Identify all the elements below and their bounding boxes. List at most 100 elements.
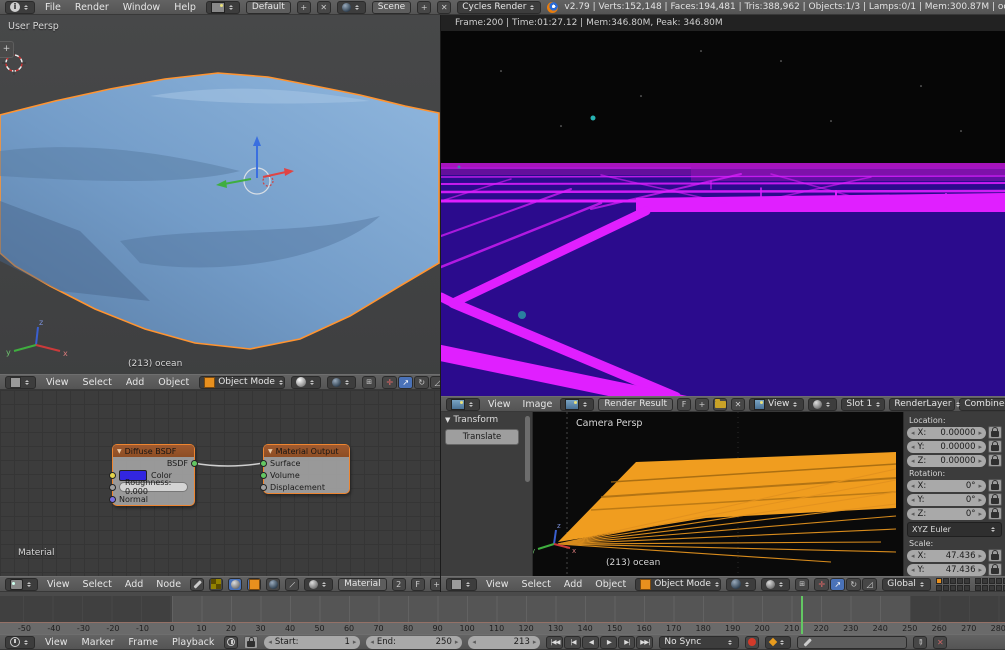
- editor-type-selector-image[interactable]: [446, 397, 480, 411]
- keying-set-dropdown[interactable]: [765, 635, 792, 649]
- material-name-field[interactable]: Material: [338, 577, 387, 591]
- prev-keyframe-button[interactable]: |◀: [564, 635, 582, 649]
- layer-toggle[interactable]: [995, 584, 1002, 591]
- menu-window[interactable]: Window: [119, 2, 164, 13]
- lock-rotation-z-button[interactable]: [988, 507, 1002, 520]
- menu-file[interactable]: File: [41, 2, 65, 13]
- shader-type-line-button[interactable]: —: [285, 577, 300, 591]
- tree-type-texture-button[interactable]: [209, 577, 224, 591]
- node-link-bsdf-surface[interactable]: [192, 462, 264, 467]
- layers-widget-a[interactable]: [935, 577, 970, 591]
- manipulator-rotate-button[interactable]: ↻: [846, 577, 862, 591]
- image-view-dropdown[interactable]: View: [749, 397, 805, 411]
- manipulator-scale-button[interactable]: ◿: [430, 375, 440, 389]
- shader-type-object-button[interactable]: [247, 577, 262, 591]
- mode-dropdown[interactable]: Object Mode: [199, 375, 286, 389]
- menu-view[interactable]: View: [42, 377, 73, 388]
- node-material-output[interactable]: ▼ Material Output Surface Volume Displac…: [260, 444, 350, 494]
- layer-toggle[interactable]: [935, 584, 942, 591]
- editor-type-selector-timeline[interactable]: [5, 635, 35, 649]
- menu-frame[interactable]: Frame: [124, 637, 162, 648]
- lock-location-x-button[interactable]: [988, 426, 1002, 439]
- socket-displacement-in[interactable]: [260, 483, 267, 491]
- rotation-x-field[interactable]: ◂ X: 0° ▸: [907, 479, 986, 492]
- layer-toggle[interactable]: [956, 577, 963, 584]
- menu-view[interactable]: View: [43, 579, 74, 590]
- layout-delete-button[interactable]: ✕: [316, 0, 331, 14]
- render-slot-dropdown[interactable]: Slot 1: [841, 397, 886, 411]
- viewport-3d-canvas[interactable]: z y x: [0, 15, 440, 374]
- socket-roughness-in[interactable]: [109, 483, 116, 491]
- node-title[interactable]: ▼ Material Output: [264, 445, 349, 457]
- toolshelf-expand-tab[interactable]: +: [0, 41, 14, 58]
- layer-toggle[interactable]: [942, 584, 949, 591]
- socket-normal-in[interactable]: [109, 495, 116, 503]
- lock-time-cursor-button[interactable]: [244, 635, 259, 649]
- layer-toggle[interactable]: [988, 577, 995, 584]
- translate-button[interactable]: Translate: [445, 429, 519, 445]
- rotation-mode-dropdown[interactable]: XYZ Euler: [907, 522, 1002, 537]
- menu-object[interactable]: Object: [591, 579, 630, 590]
- scene-delete-button[interactable]: ✕: [437, 0, 452, 14]
- render-display-dropdown[interactable]: [808, 397, 838, 411]
- pivot-point-dropdown[interactable]: [327, 375, 357, 389]
- socket-color-in[interactable]: [109, 471, 116, 479]
- menu-view[interactable]: View: [41, 637, 72, 648]
- node-editor[interactable]: ▼ Diffuse BSDF BSDF Color Roughness: 0.0…: [0, 390, 440, 592]
- scale-x-field[interactable]: ◂ X: 47.436 ▸: [907, 549, 986, 562]
- layer-toggle[interactable]: [981, 584, 988, 591]
- layer-toggle[interactable]: [963, 577, 970, 584]
- editor-type-selector-node[interactable]: [5, 577, 38, 591]
- ocean-mesh-object[interactable]: [0, 72, 440, 350]
- frame-start-field[interactable]: ◂ Start: 1 ▸: [264, 635, 361, 649]
- image-browse-dropdown[interactable]: [560, 397, 595, 411]
- location-x-field[interactable]: ◂ X: 0.00000 ▸: [907, 426, 986, 439]
- layer-toggle[interactable]: [981, 577, 988, 584]
- auto-keyframe-button[interactable]: [745, 635, 760, 649]
- editor-type-selector-info[interactable]: i: [5, 0, 35, 14]
- layer-toggle[interactable]: [949, 577, 956, 584]
- menu-select[interactable]: Select: [79, 579, 116, 590]
- layer-toggle[interactable]: [956, 584, 963, 591]
- image-add-button[interactable]: +: [695, 397, 710, 411]
- viewport-shading-dropdown[interactable]: [291, 375, 322, 389]
- screen-layout-icon-dropdown[interactable]: [205, 0, 240, 14]
- menu-add[interactable]: Add: [560, 579, 586, 590]
- lock-scale-x-button[interactable]: [988, 549, 1002, 562]
- roughness-slider[interactable]: Roughness: 0.000: [119, 478, 188, 496]
- orientation-dropdown[interactable]: Global: [882, 577, 931, 591]
- scale-y-field[interactable]: ◂ Y: 47.436 ▸: [907, 563, 986, 576]
- tree-type-brush-button[interactable]: [190, 577, 205, 591]
- collapse-icon[interactable]: ▼: [268, 448, 273, 455]
- socket-surface-in[interactable]: [260, 459, 267, 467]
- node-diffuse-bsdf[interactable]: ▼ Diffuse BSDF BSDF Color Roughness: 0.0…: [109, 444, 198, 506]
- manipulator-scale-button[interactable]: ◿: [862, 577, 878, 591]
- timeline-track[interactable]: [0, 596, 1005, 622]
- editor-type-selector-3dview[interactable]: [446, 577, 477, 591]
- rotation-y-field[interactable]: ◂ Y: 0° ▸: [907, 493, 986, 506]
- frame-end-field[interactable]: ◂ End: 250 ▸: [366, 635, 463, 649]
- image-editor[interactable]: Frame:200 | Time:01:27.12 | Mem:346.80M,…: [441, 15, 1005, 412]
- menu-image[interactable]: Image: [519, 399, 557, 410]
- manipulator-axes-button[interactable]: ✛: [814, 577, 830, 591]
- collapse-icon[interactable]: ▼: [117, 448, 122, 455]
- render-engine-dropdown[interactable]: Cycles Render: [457, 0, 542, 14]
- material-fake-user-button[interactable]: F: [410, 577, 425, 591]
- material-browse-dropdown[interactable]: [304, 577, 334, 591]
- socket-bsdf-out[interactable]: [191, 459, 198, 467]
- menu-view[interactable]: View: [482, 579, 513, 590]
- layer-toggle[interactable]: [949, 584, 956, 591]
- next-keyframe-button[interactable]: ▶|: [618, 635, 636, 649]
- snap-button[interactable]: ⊞: [795, 577, 810, 591]
- layer-toggle[interactable]: [988, 584, 995, 591]
- material-users-button[interactable]: 2: [391, 577, 406, 591]
- material-add-button[interactable]: +: [429, 577, 440, 591]
- viewport-3d[interactable]: z y x User Persp + (213) ocean View Sele…: [0, 15, 440, 390]
- menu-playback[interactable]: Playback: [168, 637, 218, 648]
- render-pass-dropdown[interactable]: Combined: [959, 397, 1005, 411]
- lock-rotation-y-button[interactable]: [988, 493, 1002, 506]
- location-y-field[interactable]: ◂ Y: 0.00000 ▸: [907, 440, 986, 453]
- scene-icon-dropdown[interactable]: [336, 0, 366, 14]
- menu-add[interactable]: Add: [121, 579, 147, 590]
- manipulator-translate-button[interactable]: ↗: [830, 577, 846, 591]
